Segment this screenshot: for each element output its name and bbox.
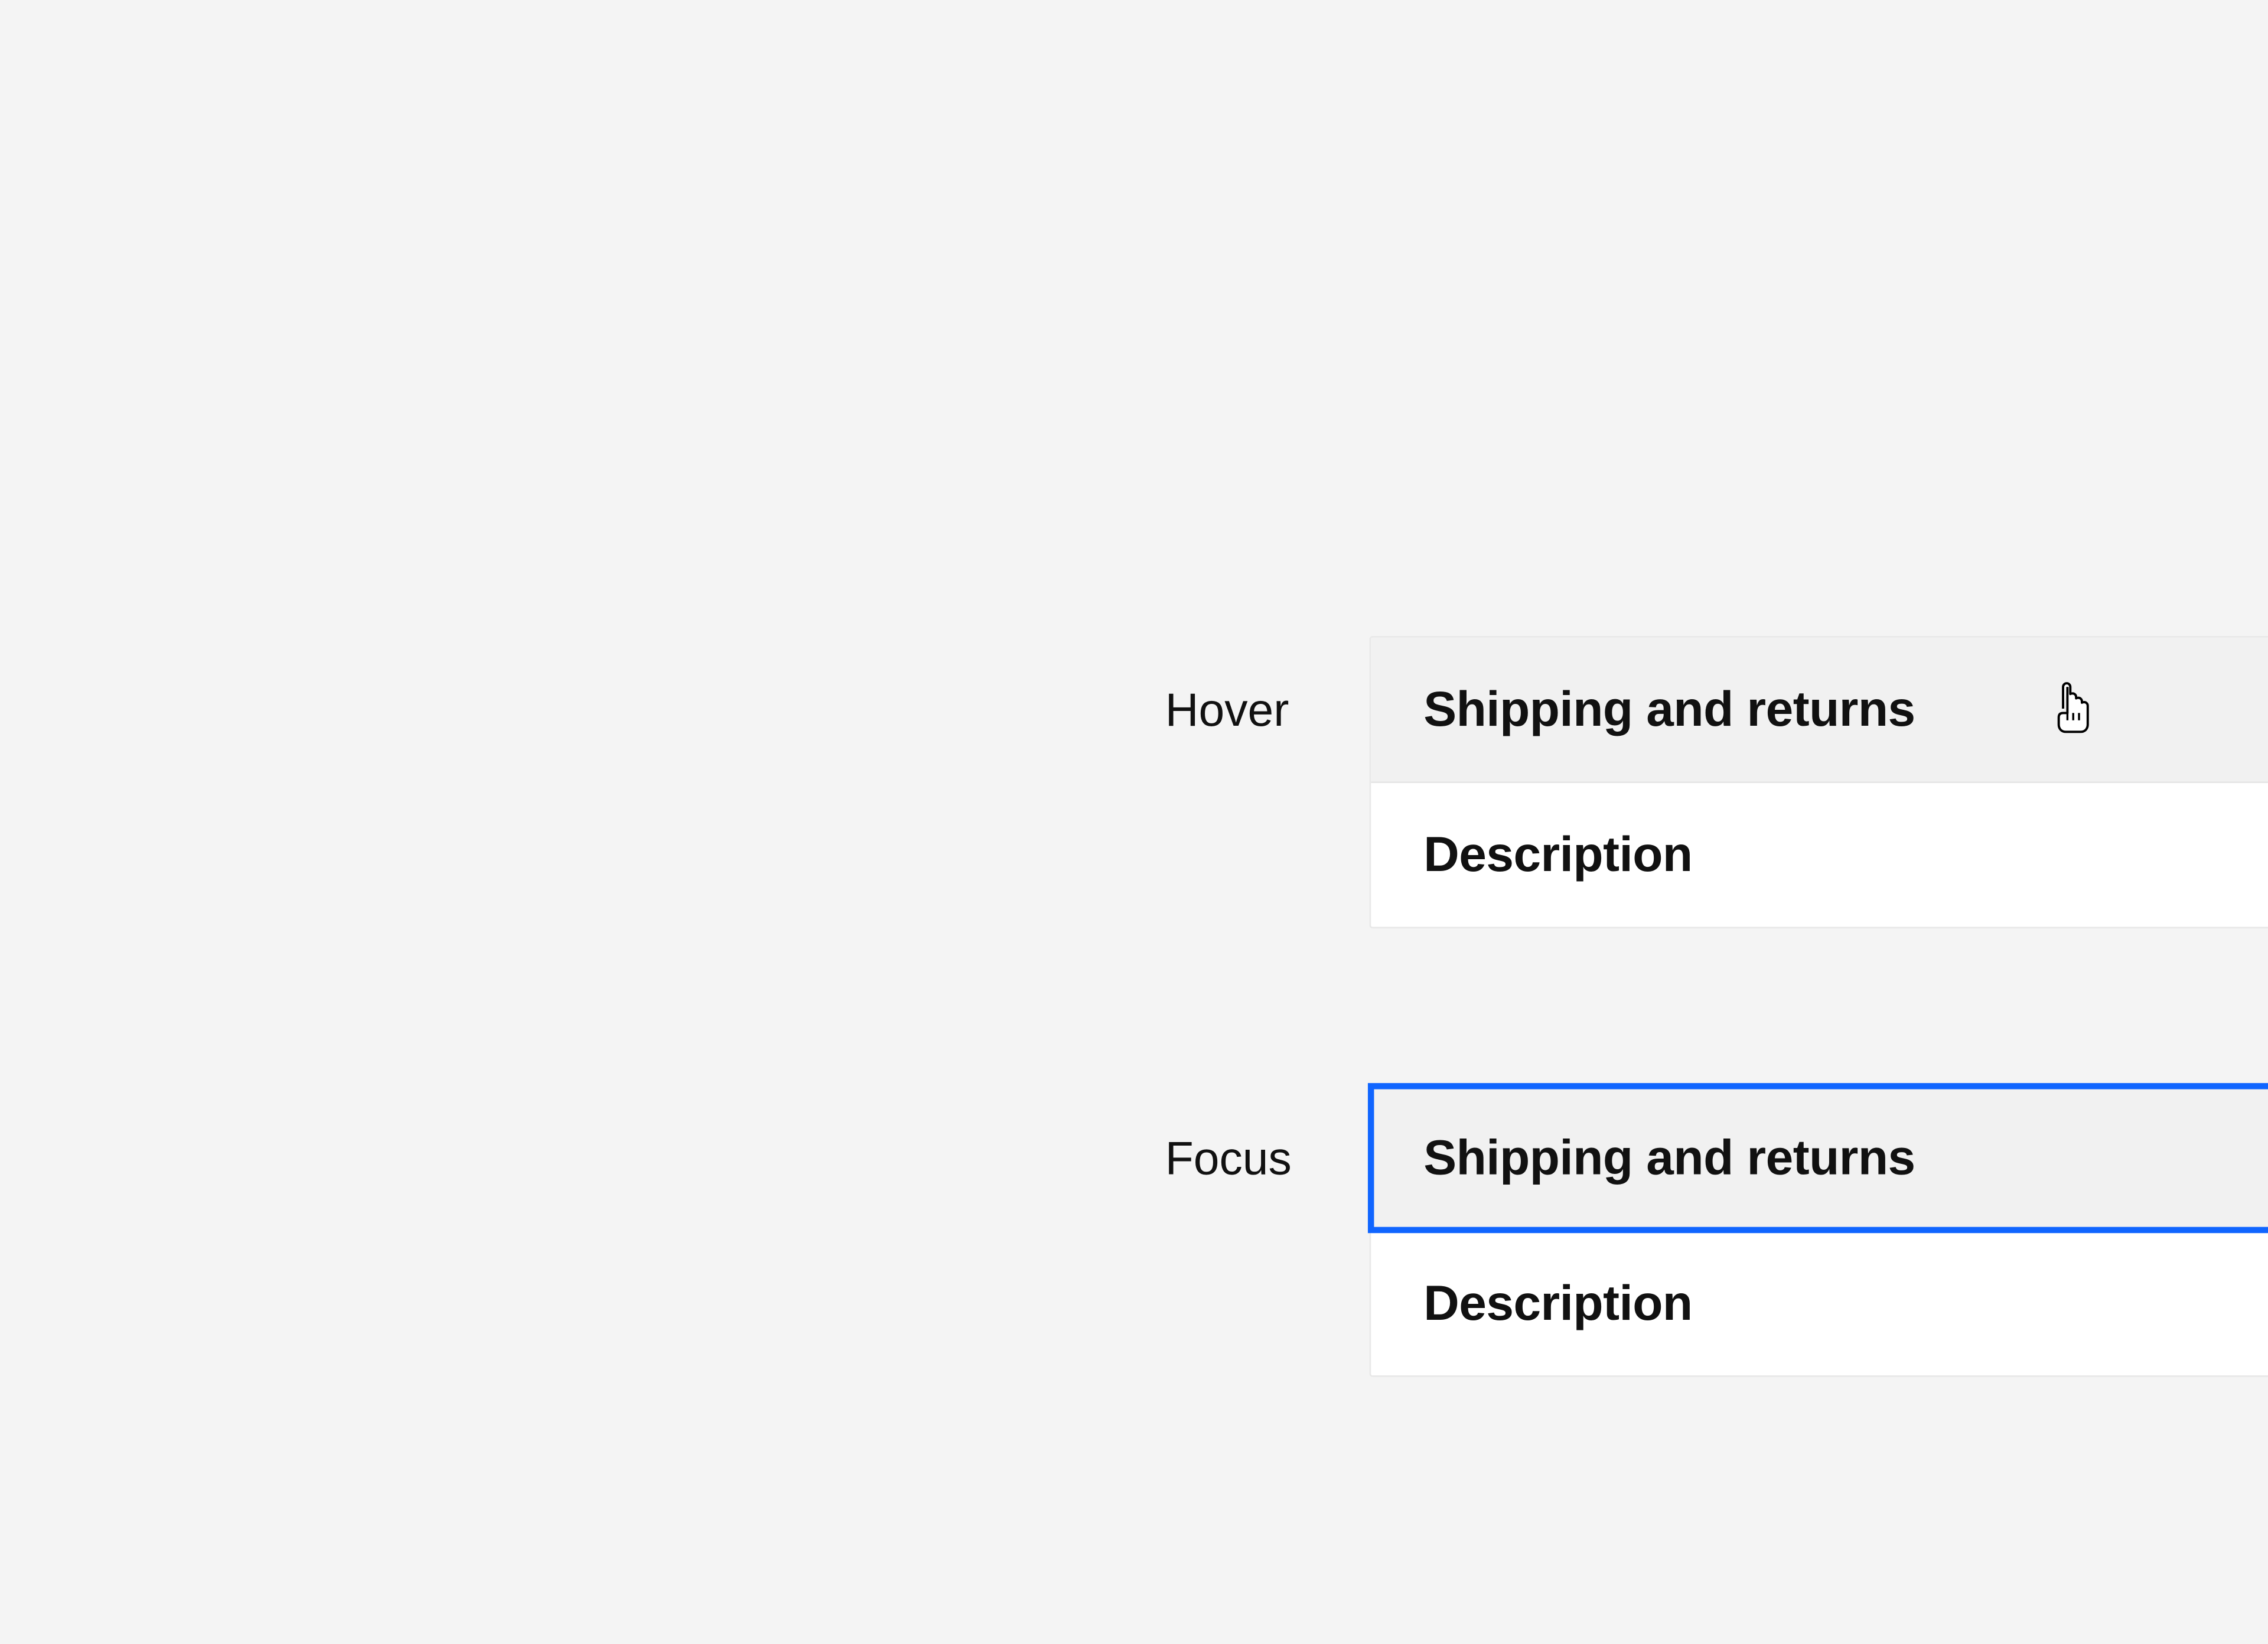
accordion-item-title: Shipping and returns: [1423, 681, 1915, 738]
component-states-demo: Hover Shipping and returns Descript: [701, 389, 2268, 1644]
accordion-item-title: Shipping and returns: [1423, 1129, 1915, 1186]
pointer-cursor-icon: [2048, 681, 2095, 733]
accordion-item-shipping[interactable]: Shipping and returns: [1371, 637, 2268, 781]
hover-example: Hover Shipping and returns Descript: [1165, 636, 2268, 928]
accordion-item-shipping[interactable]: Shipping and returns: [1371, 1086, 2268, 1230]
state-label-focus: Focus: [1165, 1084, 1370, 1186]
accordion-item-title: Description: [1423, 1274, 1692, 1332]
accordion-hover: Shipping and returns Description: [1370, 636, 2268, 928]
accordion-item-description[interactable]: Description: [1371, 781, 2268, 927]
focus-example: Focus Shipping and returns Description: [1165, 1084, 2268, 1376]
accordion-item-description[interactable]: Description: [1371, 1229, 2268, 1375]
accordion-item-title: Description: [1423, 826, 1692, 883]
state-label-hover: Hover: [1165, 636, 1370, 738]
accordion-focus: Shipping and returns Description: [1370, 1084, 2268, 1376]
